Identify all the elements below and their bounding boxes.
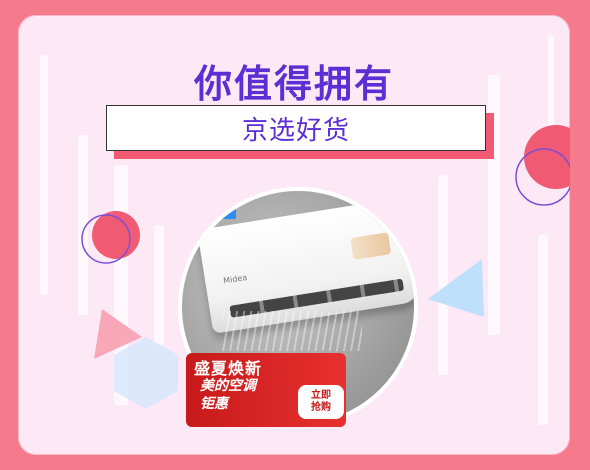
promo-product: 美的空调	[200, 378, 256, 394]
buy-now-label-1: 立即	[311, 390, 331, 401]
right-circle-decoration	[515, 125, 570, 206]
left-circle-decoration	[81, 211, 140, 264]
buy-now-button[interactable]: 立即 抢购	[298, 385, 344, 419]
brand-logo: Midea	[222, 272, 248, 286]
right-triangle-decoration	[428, 259, 484, 317]
blue-badge	[218, 207, 236, 219]
subtitle-label: 京选好货	[106, 105, 486, 151]
subtitle-banner: 京选好货	[106, 105, 498, 167]
promo-discount: 钜惠	[200, 396, 228, 412]
buy-now-label-2: 抢购	[311, 402, 331, 413]
promo-banner[interactable]: 盛夏焕新 美的空调 钜惠 立即 抢购	[186, 353, 346, 427]
airflow-lines	[222, 311, 362, 351]
left-hexagon-decoration	[114, 337, 178, 409]
display-panel	[350, 232, 392, 260]
promo-card: 你值得拥有 京选好货 Midea 盛夏焕新 美的空调 钜惠 立即 抢购	[18, 15, 570, 455]
page-title: 你值得拥有	[193, 62, 394, 106]
